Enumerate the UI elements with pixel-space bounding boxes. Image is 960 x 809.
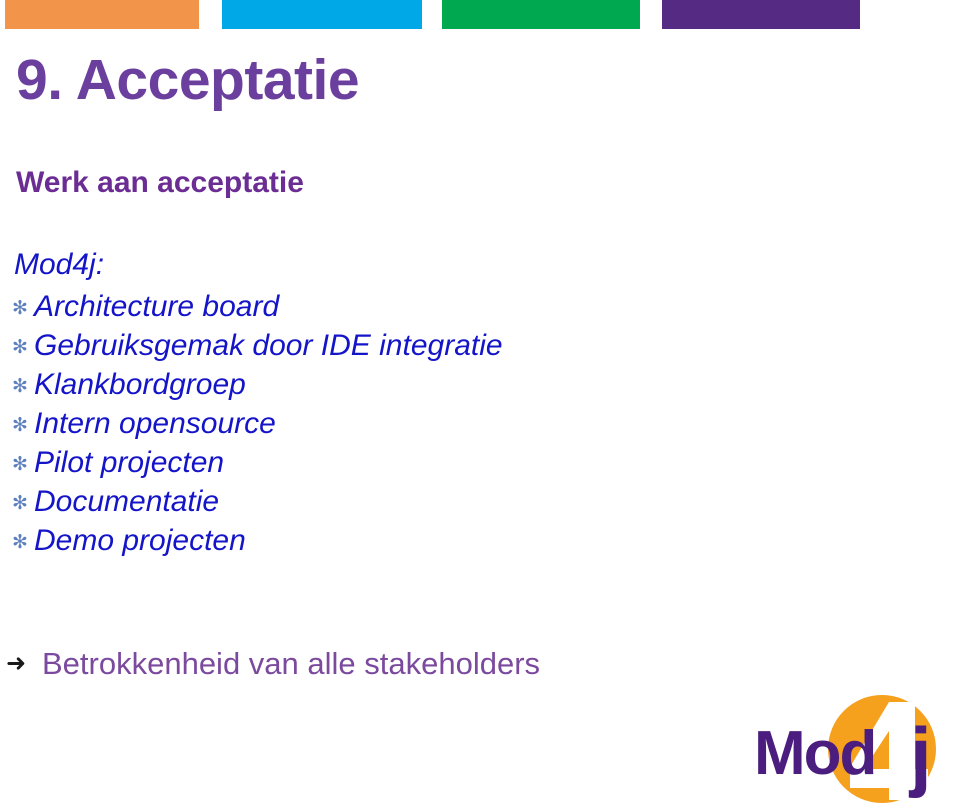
bullet-list: ✻ Architecture board ✻ Gebruiksgemak door I…: [12, 292, 632, 565]
logo-word-mod: Mod: [754, 719, 875, 788]
slide-subtitle: Werk aan acceptatie: [16, 166, 304, 199]
star-bullet-icon: ✻: [12, 493, 28, 514]
list-item: ✻ Architecture board: [12, 292, 632, 331]
intro-label: Mod4j:: [14, 248, 105, 281]
star-bullet-icon: ✻: [12, 532, 28, 553]
slide-title: 9. Acceptatie: [16, 48, 360, 112]
mod4j-logo: Mod j: [752, 694, 952, 804]
top-bar-blue: [222, 0, 422, 29]
top-color-bar-strip: [0, 0, 960, 30]
list-item: ✻ Pilot projecten: [12, 448, 632, 487]
list-item-label: Intern opensource: [34, 407, 276, 440]
star-bullet-icon: ✻: [12, 376, 28, 397]
list-item-label: Pilot projecten: [34, 446, 225, 479]
list-item-label: Gebruiksgemak door IDE integratie: [34, 329, 503, 362]
conclusion-text: Betrokkenheid van alle stakeholders: [42, 646, 541, 681]
star-bullet-icon: ✻: [12, 337, 28, 358]
top-bar-green: [442, 0, 640, 29]
list-item: ✻ Documentatie: [12, 487, 632, 526]
list-item: ✻ Gebruiksgemak door IDE integratie: [12, 331, 632, 370]
mod4j-logo-graphic: Mod j: [754, 695, 936, 803]
slide-body: Mod4j: ✻ Architecture board ✻ Gebruiksgemak…: [12, 250, 632, 565]
star-bullet-icon: ✻: [12, 298, 28, 319]
list-item-label: Klankbordgroep: [34, 368, 246, 401]
star-bullet-icon: ✻: [12, 454, 28, 475]
arrow-right-icon: ➜: [6, 650, 27, 677]
list-item: ✻ Klankbordgroep: [12, 370, 632, 409]
top-bar-orange: [5, 0, 199, 29]
conclusion-row: ➜ Betrokkenheid van alle stakeholders: [6, 648, 540, 679]
logo-word-j: j: [908, 711, 932, 799]
star-bullet-icon: ✻: [12, 415, 28, 436]
list-item-label: Architecture board: [34, 290, 280, 323]
list-item-label: Demo projecten: [34, 524, 246, 557]
list-item-label: Documentatie: [34, 485, 220, 518]
list-item: ✻ Intern opensource: [12, 409, 632, 448]
top-bar-purple: [662, 0, 860, 29]
list-item: ✻ Demo projecten: [12, 526, 632, 565]
